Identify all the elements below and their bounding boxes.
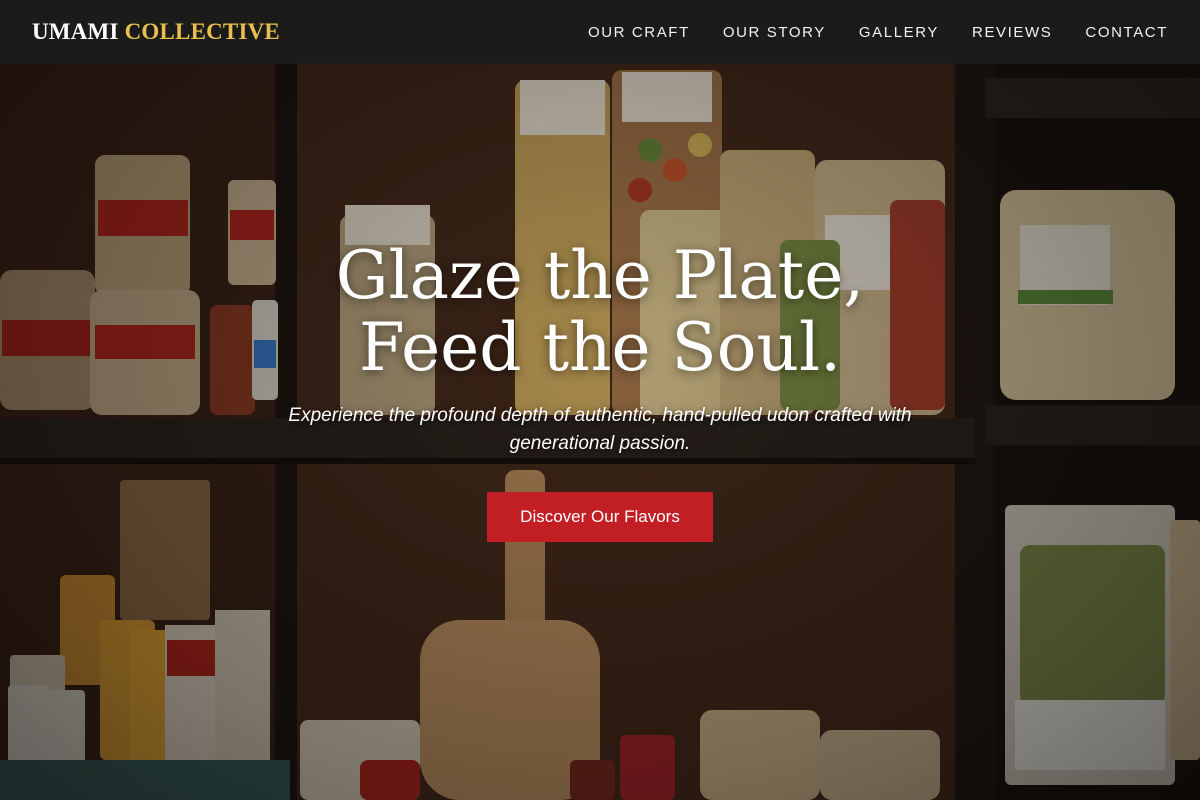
nav-link-contact[interactable]: CONTACT [1085,24,1168,41]
hero-headline-line-1: Glaze the Plate, [335,237,865,314]
hero-section: Glaze the Plate, Feed the Soul. Experien… [0,240,1200,542]
brand-name-accent: COLLECTIVE [124,19,280,44]
brand-logo[interactable]: UMAMI COLLECTIVE [32,19,280,45]
hero-subheadline: Experience the profound depth of authent… [288,405,912,454]
brand-name-primary: UMAMI [32,19,119,44]
discover-flavors-button[interactable]: Discover Our Flavors [487,492,713,542]
nav-link-gallery[interactable]: GALLERY [859,24,939,41]
nav-link-reviews[interactable]: REVIEWS [972,24,1052,41]
top-navigation-bar: UMAMI COLLECTIVE OUR CRAFT OUR STORY GALL… [0,0,1200,64]
hero-headline-line-2: Feed the Soul. [358,309,842,386]
nav-link-our-craft[interactable]: OUR CRAFT [588,24,690,41]
nav-link-our-story[interactable]: OUR STORY [723,24,826,41]
hero-headline: Glaze the Plate, Feed the Soul. [0,240,1200,384]
nav-links: OUR CRAFT OUR STORY GALLERY REVIEWS CONT… [588,24,1168,41]
